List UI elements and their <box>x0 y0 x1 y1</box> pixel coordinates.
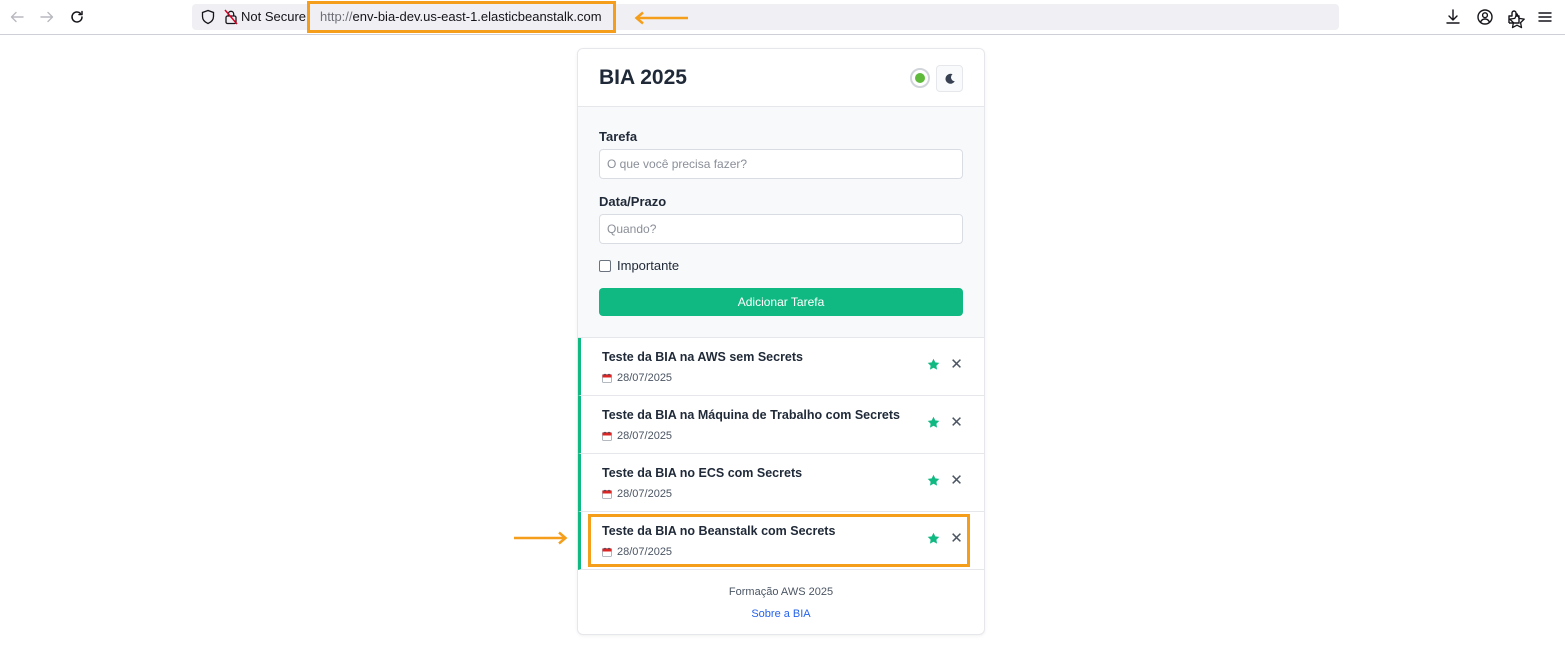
task-list: Teste da BIA na AWS sem Secrets 28/07/20… <box>578 338 984 570</box>
status-indicator <box>910 68 930 88</box>
back-button[interactable] <box>6 6 28 28</box>
reload-icon <box>71 10 83 23</box>
task-date-value: 28/07/2025 <box>617 372 673 384</box>
task-form: Tarefa Data/Prazo Importante Adicionar T… <box>578 107 984 338</box>
app-title: BIA 2025 <box>599 66 687 89</box>
calendar-icon <box>602 547 612 557</box>
moon-icon <box>944 73 955 84</box>
extensions-icon[interactable] <box>1506 8 1524 26</box>
about-link[interactable]: Sobre a BIA <box>578 608 984 620</box>
task-date-value: 28/07/2025 <box>617 430 673 442</box>
calendar-icon <box>602 431 612 441</box>
delete-icon[interactable]: ✕ <box>950 473 963 488</box>
app-header: BIA 2025 <box>578 49 984 107</box>
task-item[interactable]: Teste da BIA na AWS sem Secrets 28/07/20… <box>578 338 984 396</box>
task-item[interactable]: Teste da BIA no ECS com Secrets 28/07/20… <box>578 454 984 512</box>
forward-button[interactable] <box>36 6 58 28</box>
shield-icon[interactable] <box>200 9 216 25</box>
annotation-arrow-left-icon <box>634 11 688 25</box>
important-label[interactable]: Importante <box>617 258 679 273</box>
important-checkbox[interactable] <box>599 260 611 272</box>
task-date: 28/07/2025 <box>602 430 672 442</box>
add-task-button[interactable]: Adicionar Tarefa <box>599 288 963 316</box>
task-date-value: 28/07/2025 <box>617 488 673 500</box>
not-secure-label[interactable]: Not Secure <box>241 9 306 24</box>
download-icon[interactable] <box>1444 8 1462 26</box>
delete-icon[interactable]: ✕ <box>950 415 963 430</box>
task-input[interactable] <box>599 149 963 179</box>
task-date: 28/07/2025 <box>602 546 672 558</box>
task-date: 28/07/2025 <box>602 372 672 384</box>
task-item[interactable]: Teste da BIA na Máquina de Trabalho com … <box>578 396 984 454</box>
arrow-right-icon <box>40 11 54 23</box>
calendar-icon <box>602 373 612 383</box>
browser-toolbar: Not Secure http://env-bia-dev.us-east-1.… <box>0 0 1565 35</box>
calendar-icon <box>602 489 612 499</box>
account-icon[interactable] <box>1476 8 1494 26</box>
insecure-lock-icon[interactable] <box>224 9 238 25</box>
url-text[interactable]: http://env-bia-dev.us-east-1.elasticbean… <box>320 9 602 24</box>
theme-toggle-button[interactable] <box>936 65 963 92</box>
task-title: Teste da BIA na AWS sem Secrets <box>602 350 804 364</box>
task-title: Teste da BIA no Beanstalk com Secrets <box>602 524 836 538</box>
task-date: 28/07/2025 <box>602 488 672 500</box>
star-icon[interactable] <box>927 474 940 487</box>
task-title: Teste da BIA no ECS com Secrets <box>602 466 803 480</box>
delete-icon[interactable]: ✕ <box>950 531 963 546</box>
date-label: Data/Prazo <box>599 194 667 209</box>
star-icon[interactable] <box>927 532 940 545</box>
app-card: BIA 2025 Tarefa Data/Prazo Importante Ad… <box>577 48 985 635</box>
delete-icon[interactable]: ✕ <box>950 357 963 372</box>
reload-button[interactable] <box>66 6 88 28</box>
arrow-left-icon <box>10 11 24 23</box>
footer-text: Formação AWS 2025 <box>728 586 834 598</box>
task-title: Teste da BIA na Máquina de Trabalho com … <box>602 408 900 422</box>
annotation-arrow-right-icon <box>514 531 568 545</box>
menu-icon[interactable] <box>1536 8 1554 26</box>
task-item[interactable]: Teste da BIA no Beanstalk com Secrets 28… <box>578 512 984 570</box>
url-highlight-box: http://env-bia-dev.us-east-1.elasticbean… <box>307 1 616 33</box>
star-icon[interactable] <box>927 358 940 371</box>
date-input[interactable] <box>599 214 963 244</box>
task-label: Tarefa <box>599 129 638 144</box>
star-icon[interactable] <box>927 416 940 429</box>
url-protocol: http:// <box>320 9 353 24</box>
task-date-value: 28/07/2025 <box>617 546 673 558</box>
url-host: env-bia-dev.us-east-1.elasticbeanstalk.c… <box>352 9 602 24</box>
